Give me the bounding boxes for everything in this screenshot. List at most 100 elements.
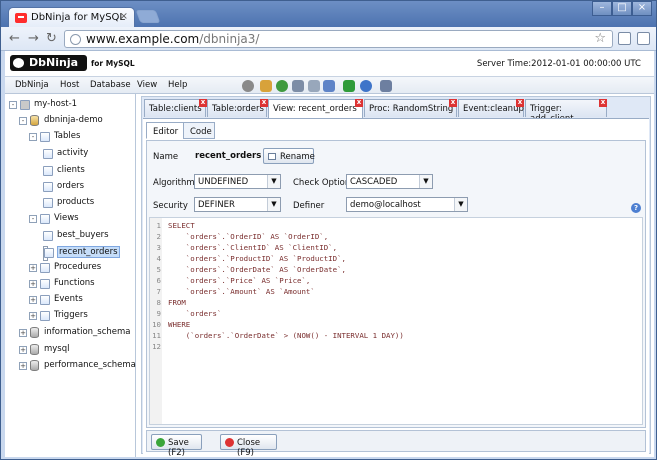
code-line: `orders`.`OrderID` AS `OrderID`, [168,232,329,241]
view-properties-form: Name recent_orders Rename Algorithm UNDE… [146,140,646,428]
close-tab-icon[interactable]: x [355,99,363,107]
definer-select[interactable]: demo@localhost ▼ [346,197,468,212]
line-number: 7 [156,287,161,296]
line-number: 1 [156,221,161,230]
code-line: `orders`.`ProductID` AS `ProductID`, [168,254,346,263]
chevron-down-icon: ▼ [267,198,280,211]
collapse-icon[interactable]: - [29,133,37,141]
close-tab-icon[interactable]: x [599,99,607,107]
help-icon[interactable]: ? [631,203,641,213]
view-editor-panel: Editor Code Name recent_orders Rename Al… [143,118,649,458]
line-number: 5 [156,265,161,274]
close-tab-icon[interactable]: x [199,99,207,107]
page-menu-icon[interactable] [618,32,631,45]
rename-button[interactable]: Rename [263,148,315,164]
browser-titlebar: DbNinja for MySQL × – □ × [1,1,656,28]
collapse-icon[interactable]: - [29,215,37,223]
export-icon[interactable] [292,80,304,92]
collapse-icon[interactable]: - [19,117,27,125]
settings-gear-icon[interactable] [242,80,254,92]
main-panel: Table:clients x Table:orders x View: rec… [141,96,651,458]
definer-label: Definer [293,201,325,211]
collapse-icon[interactable]: - [9,101,17,109]
menu-host[interactable]: Host [60,80,79,90]
check-option-label: Check Option [293,178,351,188]
checkmark-icon [156,438,165,447]
server-icon [20,100,30,110]
tab-table-orders[interactable]: Table:orders x [207,99,268,117]
tab-proc-randomstring[interactable]: Proc: RandomString x [364,99,457,117]
browser-toolbar: ← → ↻ www.example.com/dbninja3/ ☆ [1,27,656,51]
forward-arrow-icon[interactable]: → [28,31,39,46]
logo-subtitle: for MySQL [91,59,135,68]
expand-icon[interactable]: + [19,329,27,337]
browser-tab[interactable]: DbNinja for MySQL × [8,7,135,28]
tab-view-recent-orders[interactable]: View: recent_orders x [268,99,363,118]
help-icon[interactable] [360,80,372,92]
refresh-icon[interactable] [276,80,288,92]
line-number: 8 [156,298,161,307]
import-icon[interactable] [308,80,320,92]
line-number: 11 [152,331,161,340]
sql-code-editor[interactable]: 1 2 3 4 5 6 7 8 9 10 11 12 SELECT `order… [149,217,643,425]
window-close-button[interactable]: × [632,1,652,16]
code-line: `orders` [168,309,222,318]
app-header: DbNinja for MySQL Server Time:2012-01-01… [5,51,654,76]
address-bar[interactable]: www.example.com/dbninja3/ ☆ [64,30,613,48]
database-icon [30,360,39,371]
dbninja-app: DbNinja for MySQL Server Time:2012-01-01… [5,51,654,458]
logout-icon[interactable] [380,80,392,92]
rename-icon [268,153,276,160]
views-folder-icon [40,214,50,224]
new-tab-button[interactable] [135,10,161,23]
menu-dbninja[interactable]: DbNinja [15,80,49,90]
save-button[interactable]: Save (F2) [151,434,202,458]
procedures-folder-icon [40,263,50,273]
tab-table-clients[interactable]: Table:clients x [144,99,207,117]
browser-tab-title: DbNinja for MySQL [31,12,125,23]
security-select[interactable]: DEFINER ▼ [194,197,281,212]
code-line: `orders`.`ClientID` AS `ClientID`, [168,243,338,252]
expand-icon[interactable]: + [19,362,27,370]
dbninja-logo: DbNinja [10,55,87,71]
tab-trigger-add-client[interactable]: Trigger: add_client x [525,99,607,124]
code-line: `orders`.`Amount` AS `Amount` [168,287,315,296]
line-number: 3 [156,243,161,252]
back-arrow-icon[interactable]: ← [9,31,20,46]
close-tab-icon[interactable]: x [449,99,457,107]
reload-icon[interactable]: ↻ [46,31,57,46]
wrench-icon[interactable] [637,32,650,45]
expand-icon[interactable]: + [29,312,37,320]
functions-folder-icon [40,279,50,289]
menu-database[interactable]: Database [90,80,131,90]
expand-icon[interactable]: + [29,280,37,288]
close-tab-icon[interactable]: x [516,99,524,107]
users-icon[interactable] [260,80,272,92]
algorithm-select[interactable]: UNDEFINED ▼ [194,174,281,189]
close-button[interactable]: Close (F9) [220,434,277,458]
code-line: SELECT [168,221,195,230]
bookmark-star-icon[interactable]: ☆ [594,31,606,46]
maximize-button[interactable]: □ [612,1,632,16]
tree-view-item-selected[interactable]: recent_orders [43,246,120,261]
expand-icon[interactable]: + [29,264,37,272]
code-line: (`orders`.`OrderDate` > (NOW() - INTERVA… [168,331,404,340]
tab-event-cleanup[interactable]: Event:cleanup x [458,99,524,117]
close-tab-icon[interactable]: x [260,99,268,107]
url-text: www.example.com/dbninja3/ [86,32,260,46]
expand-icon[interactable]: + [29,296,37,304]
plugin-icon[interactable] [343,80,355,92]
chevron-down-icon: ▼ [454,198,467,211]
window-icon[interactable] [323,80,335,92]
check-option-select[interactable]: CASCADED ▼ [346,174,433,189]
menu-help[interactable]: Help [168,80,187,90]
database-tree: - my-host-1 - dbninja-demo - Tables acti… [5,94,136,457]
window-controls: – □ × [592,1,652,17]
tab-close-icon[interactable]: × [120,11,128,22]
tab-editor[interactable]: Editor [146,122,184,139]
table-icon [43,182,53,192]
minimize-button[interactable]: – [592,1,612,16]
expand-icon[interactable]: + [19,346,27,354]
tab-code[interactable]: Code [183,122,215,139]
menu-view[interactable]: View [137,80,157,90]
